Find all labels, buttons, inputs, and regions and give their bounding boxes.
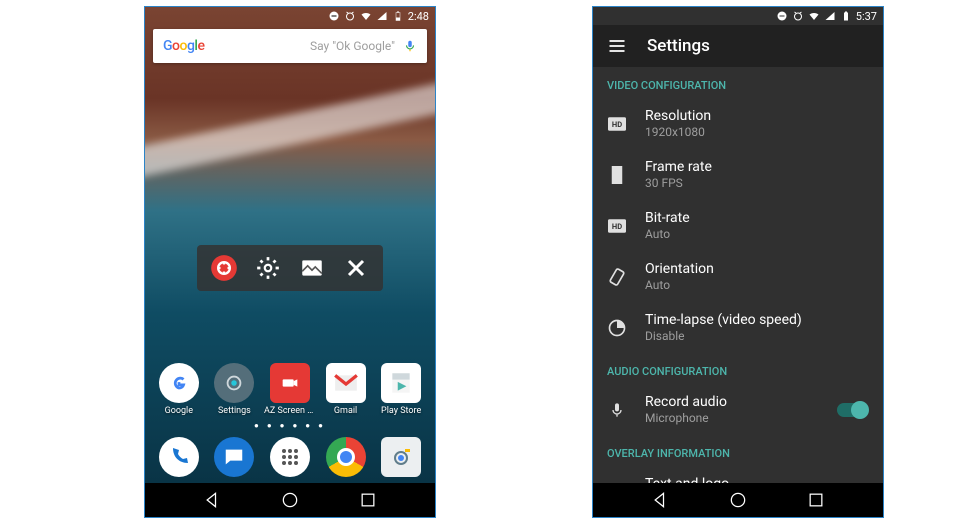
mic-icon: [607, 400, 627, 420]
app-drawer[interactable]: [264, 437, 316, 477]
setting-subtitle: 1920x1080: [645, 125, 869, 139]
signal-icon: [376, 10, 388, 22]
mic-icon: [403, 39, 417, 53]
close-button[interactable]: [341, 253, 371, 283]
wifi-icon: [808, 10, 820, 22]
app-row: Google Settings AZ Screen R... Gmail Pla…: [145, 363, 435, 416]
film-icon: [607, 166, 627, 184]
dnd-icon: [328, 10, 340, 22]
section-header: VIDEO CONFIGURATION: [593, 67, 883, 98]
page-title: Settings: [647, 36, 710, 56]
setting-row[interactable]: Record audioMicrophone: [593, 384, 883, 435]
setting-title: Frame rate: [645, 159, 869, 175]
gallery-button[interactable]: [297, 253, 327, 283]
status-time: 5:37: [856, 10, 877, 23]
app-label: Gmail: [320, 406, 372, 416]
alarm-icon: [344, 10, 356, 22]
nav-bar: [145, 483, 435, 517]
signal-icon: [824, 10, 836, 22]
setting-row[interactable]: HD Resolution1920x1080: [593, 98, 883, 149]
svg-text:HD: HD: [612, 222, 622, 231]
setting-text: OrientationAuto: [645, 261, 869, 292]
record-button[interactable]: [209, 253, 239, 283]
setting-subtitle: Auto: [645, 278, 869, 292]
setting-text: Bit-rateAuto: [645, 210, 869, 241]
app-camera[interactable]: [375, 437, 427, 477]
setting-row[interactable]: OrientationAuto: [593, 251, 883, 302]
section-header: AUDIO CONFIGURATION: [593, 353, 883, 384]
status-bar: 2:48: [145, 7, 435, 25]
alarm-icon: [792, 10, 804, 22]
app-google[interactable]: Google: [153, 363, 205, 416]
setting-subtitle: Microphone: [645, 411, 819, 425]
hd-icon: HD: [607, 219, 627, 233]
nav-recents[interactable]: [358, 490, 378, 510]
google-logo: Google: [163, 38, 204, 54]
setting-text: Resolution1920x1080: [645, 108, 869, 139]
app-settings[interactable]: Settings: [208, 363, 260, 416]
voice-hint[interactable]: Say "Ok Google": [310, 39, 417, 53]
settings-button[interactable]: [253, 253, 283, 283]
hd-icon: HD: [607, 117, 627, 131]
app-gmail[interactable]: Gmail: [320, 363, 372, 416]
status-bar: 5:37: [593, 7, 883, 25]
setting-row[interactable]: Time-lapse (video speed)Disable: [593, 302, 883, 353]
setting-text: Time-lapse (video speed)Disable: [645, 312, 869, 343]
battery-icon: [392, 10, 404, 22]
app-bar: Settings: [593, 25, 883, 67]
setting-title: Orientation: [645, 261, 869, 277]
nav-recents[interactable]: [806, 490, 826, 510]
nav-back[interactable]: [651, 490, 671, 510]
toggle-switch[interactable]: [837, 403, 867, 417]
dnd-icon: [776, 10, 788, 22]
home-screen: 2:48 Google Say "Ok Google" Google Setti…: [144, 6, 436, 518]
setting-title: Bit-rate: [645, 210, 869, 226]
setting-row[interactable]: Frame rate30 FPS: [593, 149, 883, 200]
google-search-bar[interactable]: Google Say "Ok Google": [153, 29, 427, 63]
setting-subtitle: 30 FPS: [645, 176, 869, 190]
settings-list: VIDEO CONFIGURATION HD Resolution1920x1080…: [593, 67, 883, 517]
menu-button[interactable]: [607, 36, 627, 56]
setting-row[interactable]: HD Bit-rateAuto: [593, 200, 883, 251]
dock: [145, 437, 435, 477]
section-header: OVERLAY INFORMATION: [593, 435, 883, 466]
app-chrome[interactable]: [320, 437, 372, 477]
setting-subtitle: Disable: [645, 329, 869, 343]
voice-hint-text: Say "Ok Google": [310, 39, 395, 53]
app-label: Settings: [208, 406, 260, 416]
app-label: AZ Screen R...: [264, 406, 316, 416]
nav-home[interactable]: [280, 490, 300, 510]
setting-title: Record audio: [645, 394, 819, 410]
rotate-icon: [607, 267, 627, 287]
nav-back[interactable]: [203, 490, 223, 510]
setting-title: Time-lapse (video speed): [645, 312, 869, 328]
setting-text: Record audioMicrophone: [645, 394, 819, 425]
recorder-overlay-toolbar[interactable]: [197, 245, 383, 291]
setting-title: Resolution: [645, 108, 869, 124]
setting-subtitle: Auto: [645, 227, 869, 241]
battery-icon: [840, 10, 852, 22]
svg-text:HD: HD: [612, 120, 622, 129]
wifi-icon: [360, 10, 372, 22]
app-messenger[interactable]: [208, 437, 260, 477]
app-play-store[interactable]: Play Store: [375, 363, 427, 416]
settings-screen: 5:37 Settings VIDEO CONFIGURATION HD Resol…: [592, 6, 884, 518]
app-phone[interactable]: [153, 437, 205, 477]
page-indicator: ● ● ● ● ● ●: [145, 421, 435, 430]
nav-home[interactable]: [728, 490, 748, 510]
setting-text: Frame rate30 FPS: [645, 159, 869, 190]
status-time: 2:48: [408, 10, 429, 23]
app-az-recorder[interactable]: AZ Screen R...: [264, 363, 316, 416]
nav-bar: [593, 483, 883, 517]
timelapse-icon: [607, 318, 627, 338]
app-label: Play Store: [375, 406, 427, 416]
app-label: Google: [153, 406, 205, 416]
